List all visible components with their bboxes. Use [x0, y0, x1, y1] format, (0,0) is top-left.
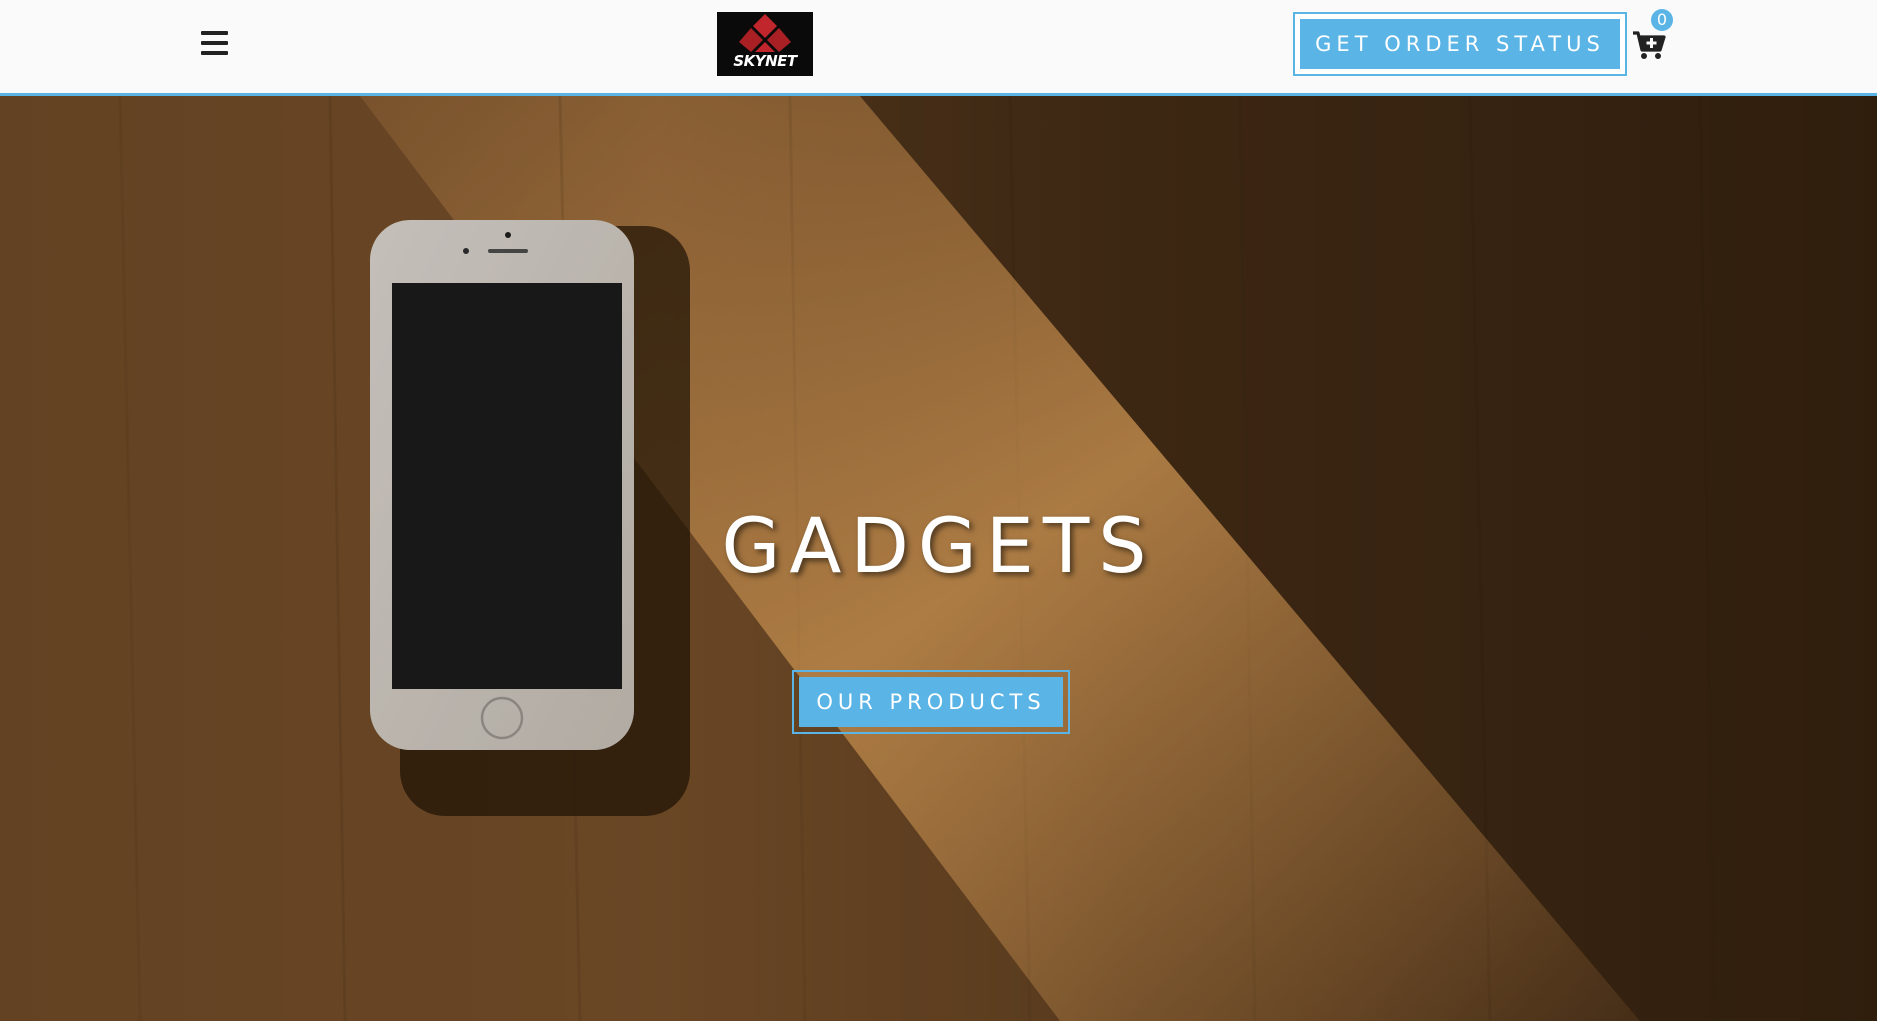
our-products-button[interactable]: OUR PRODUCTS [799, 677, 1063, 727]
order-status-button-frame: GET ORDER STATUS [1293, 12, 1627, 76]
hamburger-menu-icon[interactable] [201, 31, 229, 57]
get-order-status-button[interactable]: GET ORDER STATUS [1300, 19, 1620, 69]
hero-title: GADGETS [721, 501, 1156, 590]
site-header: SKYNET GET ORDER STATUS 0 [0, 0, 1877, 96]
cart-count-badge: 0 [1651, 9, 1673, 31]
cart-plus-icon[interactable] [1632, 28, 1666, 62]
logo-text: SKYNET [733, 52, 797, 70]
skynet-logo[interactable]: SKYNET [717, 12, 813, 76]
our-products-button-frame: OUR PRODUCTS [792, 670, 1070, 734]
hero-section: GADGETS OUR PRODUCTS [0, 96, 1877, 1021]
